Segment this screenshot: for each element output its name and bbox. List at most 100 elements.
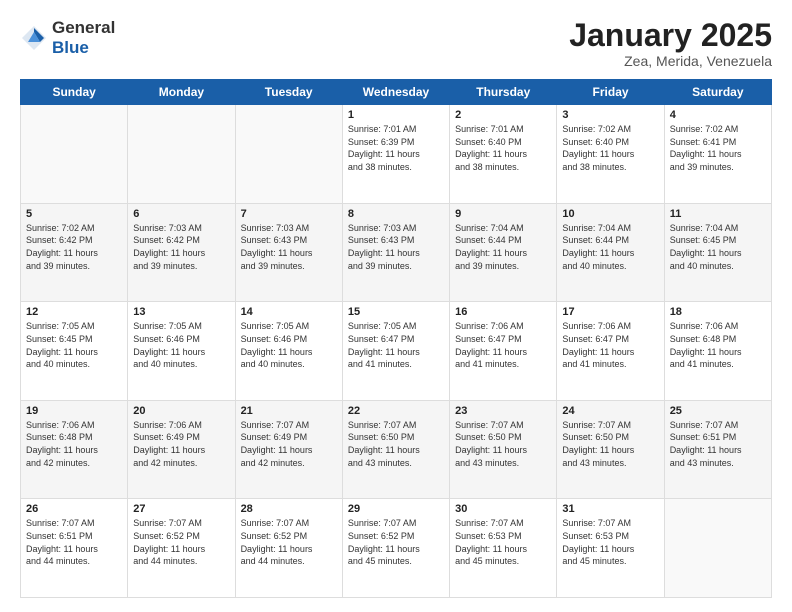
daylight-info: Daylight: 11 hours	[26, 347, 98, 357]
day-number: 19	[26, 405, 122, 417]
day-info: Sunrise: 7:04 AMSunset: 6:44 PMDaylight:…	[455, 222, 551, 272]
calendar-cell	[235, 105, 342, 204]
calendar-cell: 17Sunrise: 7:06 AMSunset: 6:47 PMDayligh…	[557, 302, 664, 401]
sunset-info: Sunset: 6:48 PM	[670, 334, 737, 344]
sunset-info: Sunset: 6:49 PM	[133, 432, 200, 442]
daylight-info: Daylight: 11 hours	[241, 445, 313, 455]
day-number: 30	[455, 503, 551, 515]
sunset-info: Sunset: 6:43 PM	[348, 235, 415, 245]
daylight-info: and 40 minutes.	[133, 359, 197, 369]
sunrise-info: Sunrise: 7:07 AM	[241, 518, 310, 528]
day-info: Sunrise: 7:05 AMSunset: 6:46 PMDaylight:…	[133, 320, 229, 370]
daylight-info: Daylight: 11 hours	[26, 544, 98, 554]
day-number: 29	[348, 503, 444, 515]
daylight-info: and 39 minutes.	[455, 261, 519, 271]
day-number: 18	[670, 306, 766, 318]
day-number: 11	[670, 208, 766, 220]
daylight-info: and 43 minutes.	[670, 458, 734, 468]
sunrise-info: Sunrise: 7:03 AM	[241, 223, 310, 233]
sunset-info: Sunset: 6:44 PM	[562, 235, 629, 245]
col-sunday: Sunday	[21, 80, 128, 105]
daylight-info: Daylight: 11 hours	[455, 149, 527, 159]
sunset-info: Sunset: 6:51 PM	[26, 531, 93, 541]
daylight-info: and 43 minutes.	[455, 458, 519, 468]
daylight-info: Daylight: 11 hours	[241, 347, 313, 357]
day-number: 31	[562, 503, 658, 515]
sunset-info: Sunset: 6:46 PM	[133, 334, 200, 344]
daylight-info: Daylight: 11 hours	[455, 347, 527, 357]
daylight-info: and 42 minutes.	[133, 458, 197, 468]
sunrise-info: Sunrise: 7:07 AM	[455, 518, 524, 528]
sunset-info: Sunset: 6:47 PM	[348, 334, 415, 344]
sunset-info: Sunset: 6:52 PM	[133, 531, 200, 541]
day-info: Sunrise: 7:07 AMSunset: 6:49 PMDaylight:…	[241, 419, 337, 469]
calendar-cell: 30 Sunrise: 7:07 AMSunset: 6:53 PMDayligh…	[450, 499, 557, 598]
daylight-info: Daylight: 11 hours	[562, 248, 634, 258]
calendar-cell: 27Sunrise: 7:07 AMSunset: 6:52 PMDayligh…	[128, 499, 235, 598]
day-info: Sunrise: 7:04 AMSunset: 6:45 PMDaylight:…	[670, 222, 766, 272]
daylight-info: and 44 minutes.	[133, 556, 197, 566]
day-info: Sunrise: 7:05 AMSunset: 6:45 PMDaylight:…	[26, 320, 122, 370]
calendar-cell: 16Sunrise: 7:06 AMSunset: 6:47 PMDayligh…	[450, 302, 557, 401]
sunrise-info: Sunrise: 7:06 AM	[562, 321, 631, 331]
daylight-info: Daylight: 11 hours	[562, 544, 634, 554]
calendar-week-5: 26 Sunrise: 7:07 AM Sunset: 6:51 PM Dayligh…	[21, 499, 772, 598]
calendar-cell: 9Sunrise: 7:04 AMSunset: 6:44 PMDaylight…	[450, 203, 557, 302]
day-info: Sunrise: 7:07 AMSunset: 6:53 PMDaylight:…	[455, 517, 551, 567]
day-number: 8	[348, 208, 444, 220]
title-block: January 2025 Zea, Merida, Venezuela	[569, 18, 772, 69]
calendar-week-4: 19Sunrise: 7:06 AMSunset: 6:48 PMDayligh…	[21, 400, 772, 499]
daylight-info: Daylight: 11 hours	[348, 248, 420, 258]
sunset-info: Sunset: 6:51 PM	[670, 432, 737, 442]
day-number: 15	[348, 306, 444, 318]
day-number: 25	[670, 405, 766, 417]
day-number: 5	[26, 208, 122, 220]
day-info: Sunrise: 7:03 AMSunset: 6:43 PMDaylight:…	[348, 222, 444, 272]
day-number: 27	[133, 503, 229, 515]
day-number: 10	[562, 208, 658, 220]
sunset-info: Sunset: 6:52 PM	[241, 531, 308, 541]
sunrise-info: Sunrise: 7:05 AM	[241, 321, 310, 331]
daylight-info: Daylight: 11 hours	[348, 149, 420, 159]
calendar-cell: 5Sunrise: 7:02 AMSunset: 6:42 PMDaylight…	[21, 203, 128, 302]
day-number: 16	[455, 306, 551, 318]
calendar-cell: 11 Sunrise: 7:04 AMSunset: 6:45 PMDayligh…	[664, 203, 771, 302]
logo: General Blue	[20, 18, 115, 59]
calendar-week-2: 5Sunrise: 7:02 AMSunset: 6:42 PMDaylight…	[21, 203, 772, 302]
calendar-cell: 20Sunrise: 7:06 AMSunset: 6:49 PMDayligh…	[128, 400, 235, 499]
sunset-info: Sunset: 6:53 PM	[562, 531, 629, 541]
sunrise-info: Sunrise: 7:02 AM	[562, 124, 631, 134]
sunset-info: Sunset: 6:49 PM	[241, 432, 308, 442]
daylight-info: and 39 minutes.	[670, 162, 734, 172]
day-info: Sunrise: 7:02 AMSunset: 6:41 PMDaylight:…	[670, 123, 766, 173]
daylight-info: and 43 minutes.	[348, 458, 412, 468]
calendar-cell: 15Sunrise: 7:05 AMSunset: 6:47 PMDayligh…	[342, 302, 449, 401]
calendar-cell: 26Sunrise: 7:07 AMSunset: 6:51 PMDayligh…	[21, 499, 128, 598]
sunrise-info: Sunrise: 7:07 AM	[562, 518, 631, 528]
daylight-info: Daylight: 11 hours	[455, 544, 527, 554]
sunset-info: Sunset: 6:41 PM	[670, 137, 737, 147]
daylight-info: and 44 minutes.	[26, 556, 90, 566]
day-number: 26	[26, 503, 122, 515]
day-info: Sunrise: 7:07 AMSunset: 6:50 PMDaylight:…	[455, 419, 551, 469]
daylight-info: and 39 minutes.	[241, 261, 305, 271]
sunset-info: Sunset: 6:42 PM	[26, 235, 93, 245]
daylight-info: and 42 minutes.	[241, 458, 305, 468]
calendar-cell: 31 Sunrise: 7:07 AM Sunset: 6:53 PM Dayligh…	[557, 499, 664, 598]
calendar-cell: 29 Sunrise: 7:07 AMSunset: 6:52 PMDayligh…	[342, 499, 449, 598]
daylight-info: Daylight: 11 hours	[670, 248, 742, 258]
daylight-info: and 39 minutes.	[26, 261, 90, 271]
daylight-info: Daylight: 11 hours	[241, 544, 313, 554]
calendar-cell: 3Sunrise: 7:02 AMSunset: 6:40 PMDaylight…	[557, 105, 664, 204]
calendar-cell: 8 Sunrise: 7:03 AMSunset: 6:43 PMDaylight…	[342, 203, 449, 302]
daylight-info: Daylight: 11 hours	[562, 149, 634, 159]
day-number: 3	[562, 109, 658, 121]
sunrise-info: Sunrise: 7:06 AM	[455, 321, 524, 331]
daylight-info: Daylight: 11 hours	[348, 445, 420, 455]
daylight-info: and 40 minutes.	[26, 359, 90, 369]
logo-icon	[20, 24, 48, 52]
daylight-info: Daylight: 11 hours	[133, 347, 205, 357]
daylight-info: Daylight: 11 hours	[133, 544, 205, 554]
day-info: Sunrise: 7:07 AMSunset: 6:52 PMDaylight:…	[348, 517, 444, 567]
calendar-cell: 25Sunrise: 7:07 AMSunset: 6:51 PMDayligh…	[664, 400, 771, 499]
